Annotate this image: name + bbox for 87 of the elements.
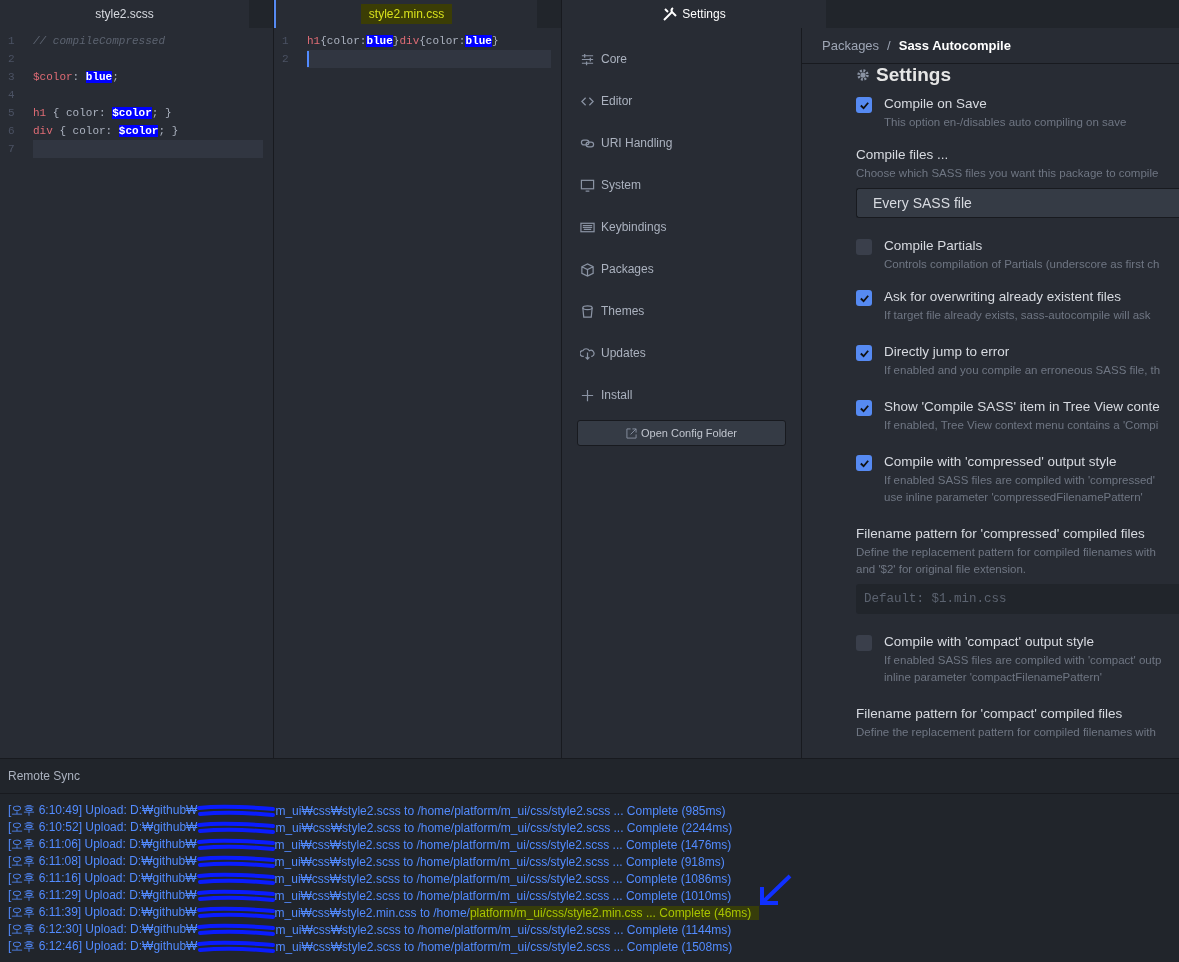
setting-title: Compile with 'compact' output style: [884, 633, 1095, 651]
setting-title: Show 'Compile SASS' item in Tree View conte: [884, 398, 1160, 416]
settings-menu-item[interactable]: Editor: [580, 90, 801, 112]
code-line: h1 { color: $color; }: [33, 106, 173, 121]
log-text: m_ui₩css₩style2.scss to /home/platform/m_ui/css/style2.scss ... Complete (1144ms): [275, 922, 732, 937]
setting-description: Define the replacement pattern for compiled filenames with: [856, 725, 1157, 740]
setting-description: Define the replacement pattern for compiled filenames with: [856, 545, 1157, 560]
settings-menu-item[interactable]: System: [580, 174, 801, 196]
settings-menu-item[interactable]: Themes: [580, 300, 801, 322]
setting-description: and '$2' for original file extension.: [856, 562, 1027, 577]
setting-title: Filename pattern for 'compressed' compiled files: [856, 525, 1146, 543]
input-field[interactable]: Default: $1.min.css: [856, 584, 1179, 614]
log-text: [오후 6:12:30] Upload: D:₩github₩: [8, 921, 198, 938]
code-line: div { color: $color; }: [33, 124, 180, 139]
checkbox[interactable]: [856, 97, 872, 113]
checkbox[interactable]: [856, 400, 872, 416]
breadcrumb-current: Sass Autocompile: [898, 38, 1011, 53]
settings-menu-item[interactable]: URI Handling: [580, 132, 801, 154]
checkmark-icon: [858, 292, 870, 304]
log-text: m_ui₩css₩style2.scss to /home/platform/m_ui/css/style2.scss ... Complete (985ms): [275, 803, 726, 818]
code-line: $color: blue;: [33, 70, 120, 85]
log-text: m_ui₩css₩style2.scss to /home/platform/m_ui/css/style2.scss ... Complete (1476ms): [274, 837, 732, 852]
setting-description: If enabled, Tree View context menu contains a 'Compi: [884, 418, 1160, 433]
cloud-download-icon: [580, 345, 595, 361]
sliders-icon: [580, 51, 595, 67]
settings-menu-item[interactable]: Core: [580, 48, 801, 70]
log-text: [오후 6:11:16] Upload: D:₩github₩: [8, 870, 197, 887]
box-icon: [580, 261, 595, 277]
setting-description: inline parameter 'compactFilenamePattern': [884, 670, 1103, 685]
setting-title: Compile with 'compressed' output style: [884, 453, 1118, 471]
code-line: // compileCompressed: [33, 34, 167, 49]
setting-title: Directly jump to error: [884, 343, 1011, 361]
log-text: [오후 6:10:52] Upload: D:₩github₩: [8, 819, 198, 836]
log-text: [오후 6:12:46] Upload: D:₩github₩: [8, 938, 198, 955]
monitor-icon: [580, 177, 595, 193]
settings-menu-item[interactable]: Updates: [580, 342, 801, 364]
setting-description: Controls compilation of Partials (underscore as first ch: [884, 257, 1160, 272]
text-cursor: [307, 51, 309, 67]
settings-menu-item[interactable]: Install: [580, 384, 801, 406]
checkbox[interactable]: [856, 455, 872, 471]
highlighted-log-text: platform/m_ui/css/style2.min.css ... Complete (46ms): [469, 905, 760, 920]
gear-icon: [856, 68, 870, 82]
setting-title: Filename pattern for 'compact' compiled files: [856, 705, 1124, 723]
tab-title: style2.scss: [94, 6, 155, 23]
checkbox[interactable]: [856, 290, 872, 306]
log-text: [오후 6:10:49] Upload: D:₩github₩: [8, 802, 198, 819]
log-text: [오후 6:11:06] Upload: D:₩github₩: [8, 836, 197, 853]
settings-menu-item[interactable]: Packages: [580, 258, 801, 280]
log-text: m_ui₩css₩style2.scss to /home/platform/m_ui/css/style2.scss ... Complete (918ms): [274, 854, 725, 869]
setting-description: This option en-/disables auto compiling on save: [884, 115, 1127, 130]
tab-title: style2.min.css: [360, 4, 453, 24]
editor-tab[interactable]: style2.scss: [0, 0, 249, 28]
log-text: [오후 6:11:29] Upload: D:₩github₩: [8, 887, 197, 904]
panel-title: Remote Sync: [8, 769, 81, 783]
checkbox[interactable]: [856, 345, 872, 361]
settings-menu-item[interactable]: Keybindings: [580, 216, 801, 238]
checkmark-icon: [858, 347, 870, 359]
breadcrumb-separator: /: [887, 38, 891, 53]
setting-description: If enabled and you compile an erroneous SASS file, th: [884, 363, 1161, 378]
checkmark-icon: [858, 402, 870, 414]
log-text: [오후 6:11:08] Upload: D:₩github₩: [8, 853, 197, 870]
log-text: m_ui₩css₩style2.scss to /home/platform/m_ui/css/style2.scss ... Complete (1086ms): [274, 871, 732, 886]
setting-title: Compile files ...: [856, 146, 950, 164]
editor-tab[interactable]: style2.min.css: [274, 0, 537, 28]
setting-title: Compile Partials: [884, 237, 984, 255]
setting-title: Compile on Save: [884, 95, 988, 113]
external-link-icon: [626, 427, 637, 439]
setting-description: Choose which SASS files you want this package to compile: [856, 166, 1160, 181]
open-config-folder-button[interactable]: Open Config Folder: [577, 420, 786, 446]
log-text: m_ui₩css₩style2.scss to /home/platform/m_ui/css/style2.scss ... Complete (1010ms): [274, 888, 732, 903]
dropdown[interactable]: Every SASS file: [856, 188, 1179, 218]
section-title: Settings: [876, 64, 951, 86]
log-text: m_ui₩css₩style2.scss to /home/platform/m_ui/css/style2.scss ... Complete (2244ms): [275, 820, 733, 835]
bucket-icon: [580, 303, 595, 319]
tools-icon: [662, 6, 679, 22]
breadcrumb-link[interactable]: Packages: [822, 38, 880, 53]
setting-description: use inline parameter 'compressedFilenamePattern': [884, 490, 1144, 505]
setting-description: If enabled SASS files are compiled with 'compact' outp: [884, 653, 1162, 668]
checkmark-icon: [858, 457, 870, 469]
log-text: m_ui₩css₩style2.min.css to /home/: [274, 905, 470, 920]
setting-description: If target file already exists, sass-autocompile will ask: [884, 308, 1151, 323]
log-text: [오후 6:11:39] Upload: D:₩github₩: [8, 904, 197, 921]
setting-description: If enabled SASS files are compiled with 'compressed': [884, 473, 1155, 488]
setting-title: Ask for overwriting already existent files: [884, 288, 1123, 306]
checkmark-icon: [858, 99, 870, 111]
log-text: m_ui₩css₩style2.scss to /home/platform/m_ui/css/style2.scss ... Complete (1508ms): [275, 939, 733, 954]
plus-icon: [580, 387, 595, 403]
